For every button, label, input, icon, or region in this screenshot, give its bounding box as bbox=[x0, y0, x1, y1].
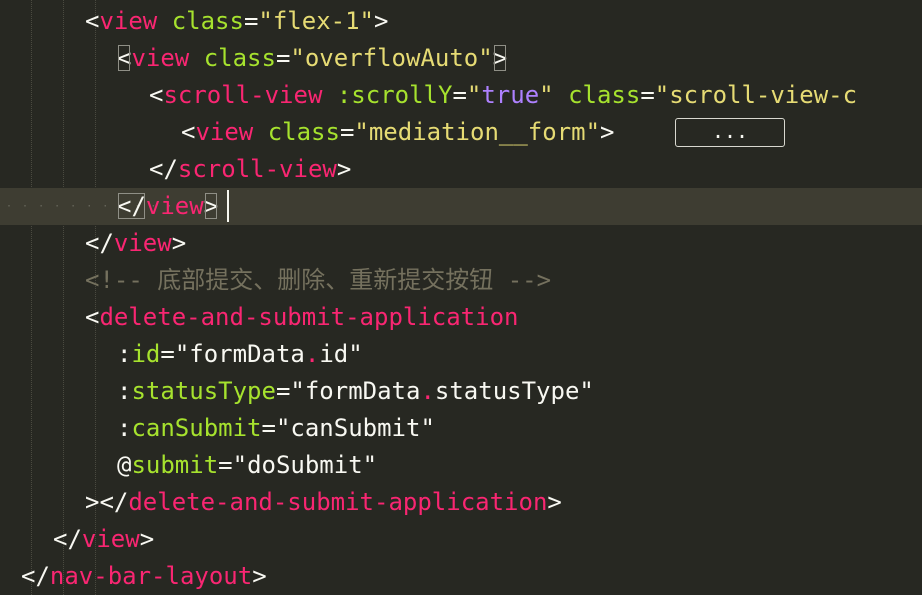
matched-bracket-close: > bbox=[492, 44, 508, 72]
code-line-13[interactable]: @submit="doSubmit" bbox=[0, 447, 922, 484]
tag-name: scroll-view bbox=[163, 81, 323, 109]
tag-name: delete-and-submit-application bbox=[128, 488, 548, 516]
code-line-7[interactable]: </view> bbox=[0, 225, 922, 262]
code-line-9[interactable]: <delete-and-submit-application bbox=[0, 299, 922, 336]
attribute-value: "mediation__form" bbox=[354, 118, 601, 146]
code-line-1[interactable]: <view class="flex-1"> bbox=[0, 3, 922, 40]
attribute-name: statusType bbox=[131, 377, 276, 405]
tag-name: view bbox=[113, 229, 172, 257]
tag-name: view bbox=[131, 44, 190, 72]
matched-bracket-open: < bbox=[117, 44, 132, 72]
attribute-name: class bbox=[171, 7, 244, 35]
text-caret bbox=[227, 190, 229, 222]
code-line-3[interactable]: <scroll-view :scrollY="true" class="scro… bbox=[0, 77, 922, 114]
tag-name: scroll-view bbox=[177, 155, 337, 183]
attribute-value: "flex-1" bbox=[258, 7, 374, 35]
tag-name: view bbox=[195, 118, 254, 146]
matched-bracket-open: </ bbox=[117, 192, 146, 220]
tag-name: view bbox=[145, 192, 204, 220]
code-line-16[interactable]: </nav-bar-layout> bbox=[0, 558, 922, 595]
folded-region-marker[interactable]: ... bbox=[675, 118, 785, 147]
attribute-name: submit bbox=[131, 451, 219, 479]
matched-bracket-close: > bbox=[203, 192, 219, 220]
attribute-name: canSubmit bbox=[131, 414, 262, 442]
code-line-11[interactable]: :statusType="formData.statusType" bbox=[0, 373, 922, 410]
tag-name: view bbox=[99, 7, 158, 35]
attribute-name: class bbox=[267, 118, 340, 146]
code-line-15[interactable]: </view> bbox=[0, 521, 922, 558]
code-line-10[interactable]: :id="formData.id" bbox=[0, 336, 922, 373]
tag-name: nav-bar-layout bbox=[49, 562, 253, 590]
code-line-6-current[interactable]: · · · · · · · · · · · </view> bbox=[0, 188, 922, 225]
code-line-12[interactable]: :canSubmit="canSubmit" bbox=[0, 410, 922, 447]
tag-name: delete-and-submit-application bbox=[99, 303, 519, 331]
code-line-2[interactable]: <view class="overflowAuto"> bbox=[0, 40, 922, 77]
code-line-8-comment[interactable]: <!-- 底部提交、删除、重新提交按钮 --> bbox=[0, 262, 922, 299]
attribute-value: "scroll-view-c bbox=[654, 81, 858, 109]
code-line-14[interactable]: ></delete-and-submit-application> bbox=[0, 484, 922, 521]
attribute-name: class bbox=[568, 81, 641, 109]
comment-text: 底部提交、删除、重新提交按钮 bbox=[157, 266, 494, 294]
attribute-name: class bbox=[203, 44, 276, 72]
tag-name: view bbox=[81, 525, 140, 553]
attribute-name: id bbox=[131, 340, 161, 368]
attribute-name: :scrollY bbox=[336, 81, 453, 109]
boolean-value: true bbox=[481, 81, 540, 109]
attribute-value: "overflowAuto" bbox=[290, 44, 493, 72]
code-line-5[interactable]: </scroll-view> bbox=[0, 151, 922, 188]
code-editor[interactable]: <view class="flex-1"> <view class="overf… bbox=[0, 0, 922, 595]
